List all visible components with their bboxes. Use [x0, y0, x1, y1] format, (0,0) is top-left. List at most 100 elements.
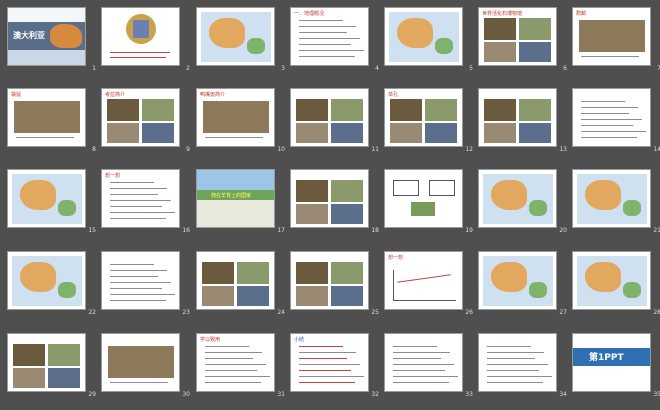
photo-icon [14, 101, 80, 133]
sky-band [197, 170, 274, 190]
slide-thumbnail-21[interactable]: 21 [569, 166, 660, 234]
slide-preview: 骑在羊背上的国家 [196, 169, 275, 228]
slide-number: 2 [186, 65, 190, 72]
slide-thumbnail-24[interactable]: 24 [193, 248, 287, 316]
slide-thumbnail-10[interactable]: 鸭嘴兽简介 10 [193, 85, 287, 153]
slide-number: 23 [182, 309, 190, 316]
slide-thumbnail-23[interactable]: 23 [98, 248, 192, 316]
slide-preview: 一、地理概况 [290, 7, 369, 66]
slide-thumbnail-4[interactable]: 一、地理概况 4 [287, 4, 381, 72]
text-line [393, 358, 441, 359]
slide-thumbnail-8[interactable]: 袋鼠 8 [4, 85, 98, 153]
text-line [205, 364, 266, 365]
map-land [491, 180, 527, 210]
photo-icon [237, 262, 269, 284]
slide-thumbnail-35[interactable]: 第1PPT 35 [569, 330, 660, 398]
slide-thumbnail-3[interactable]: 3 [193, 4, 287, 72]
map-region [247, 38, 265, 54]
slide-number: 32 [371, 391, 379, 398]
text-line [581, 101, 625, 102]
slide-thumbnail-5[interactable]: 5 [381, 4, 475, 72]
slide-thumbnail-16[interactable]: 想一想 16 [98, 166, 192, 234]
map-land [585, 262, 621, 292]
photo-icon [484, 18, 516, 40]
slide-thumbnail-25[interactable]: 25 [287, 248, 381, 316]
slide-thumbnail-27[interactable]: 27 [475, 248, 569, 316]
text-line [299, 44, 351, 45]
slide-number: 30 [182, 391, 190, 398]
australia-shape [50, 24, 82, 48]
slide-number: 33 [465, 391, 473, 398]
text-line [205, 382, 261, 383]
slide-preview [478, 333, 557, 392]
slide-preview [572, 169, 651, 228]
text-line [110, 182, 154, 183]
text-line [110, 52, 170, 53]
photo-icon [296, 286, 328, 306]
text-line [205, 352, 262, 353]
brand-logo: 第1PPT [589, 353, 624, 363]
slide-number: 34 [559, 391, 567, 398]
slide-preview [384, 7, 463, 66]
slide-thumbnail-33[interactable]: 33 [381, 330, 475, 398]
slide-thumbnail-22[interactable]: 22 [4, 248, 98, 316]
slide-number: 1 [92, 65, 96, 72]
slide-preview: 澳大利亚 [7, 7, 86, 66]
text-line [110, 200, 171, 201]
slide-thumbnail-26[interactable]: 想一想 26 [381, 248, 475, 316]
slide-thumbnail-13[interactable]: 13 [475, 85, 569, 153]
slide-thumbnail-11[interactable]: 11 [287, 85, 381, 153]
slide-thumbnail-14[interactable]: 14 [569, 85, 660, 153]
slide-thumbnail-34[interactable]: 34 [475, 330, 569, 398]
slide-thumbnail-30[interactable]: 30 [98, 330, 192, 398]
map-land [397, 18, 433, 48]
slide-thumbnail-28[interactable]: 28 [569, 248, 660, 316]
slide-thumbnail-12[interactable]: 单孔 12 [381, 85, 475, 153]
slide-number: 3 [281, 65, 285, 72]
slide-number: 5 [469, 65, 473, 72]
slide-thumbnail-6[interactable]: 世界活化石博物馆 6 [475, 4, 569, 72]
slide-number: 16 [182, 227, 190, 234]
text-line [110, 300, 166, 301]
slide-thumbnail-19[interactable]: 19 [381, 166, 475, 234]
slide-number: 26 [465, 309, 473, 316]
text-line [110, 270, 167, 271]
slide-thumbnail-1[interactable]: 澳大利亚 1 [4, 4, 98, 72]
photo-icon [296, 180, 328, 202]
photo-icon [296, 262, 328, 284]
text-line [393, 364, 454, 365]
photo-icon [108, 346, 174, 378]
map-land [20, 180, 56, 210]
text-line [581, 125, 633, 126]
map-region [529, 282, 547, 298]
text-line [205, 346, 249, 347]
text-line [205, 358, 253, 359]
slide-thumbnail-32[interactable]: 小结 32 [287, 330, 381, 398]
slide-preview [478, 88, 557, 147]
slide-thumbnail-9[interactable]: 考拉简介 9 [98, 85, 192, 153]
photo-icon [13, 344, 45, 366]
text-line [205, 376, 270, 377]
slide-preview [572, 251, 651, 310]
text-line [393, 382, 449, 383]
slide-thumbnail-31[interactable]: 学以致用 31 [193, 330, 287, 398]
slide-thumbnail-17[interactable]: 骑在羊背上的国家 17 [193, 166, 287, 234]
text-line [110, 212, 175, 213]
text-line [581, 107, 638, 108]
photo-icon [519, 42, 551, 62]
slide-number: 35 [653, 391, 660, 398]
slide-thumbnail-7[interactable]: 鸸鹋 7 [569, 4, 660, 72]
slide-number: 28 [653, 309, 660, 316]
text-line [299, 346, 343, 347]
photo-icon [331, 204, 363, 224]
slide-thumbnail-18[interactable]: 18 [287, 166, 381, 234]
slide-title: 学以致用 [200, 337, 221, 343]
slide-thumbnail-29[interactable]: 29 [4, 330, 98, 398]
map-region [58, 200, 76, 216]
slide-thumbnail-20[interactable]: 20 [475, 166, 569, 234]
map-region [58, 282, 76, 298]
slide-thumbnail-15[interactable]: 15 [4, 166, 98, 234]
slide-thumbnail-2[interactable]: 2 [98, 4, 192, 72]
photo-icon [237, 286, 269, 306]
text-line [581, 131, 646, 132]
